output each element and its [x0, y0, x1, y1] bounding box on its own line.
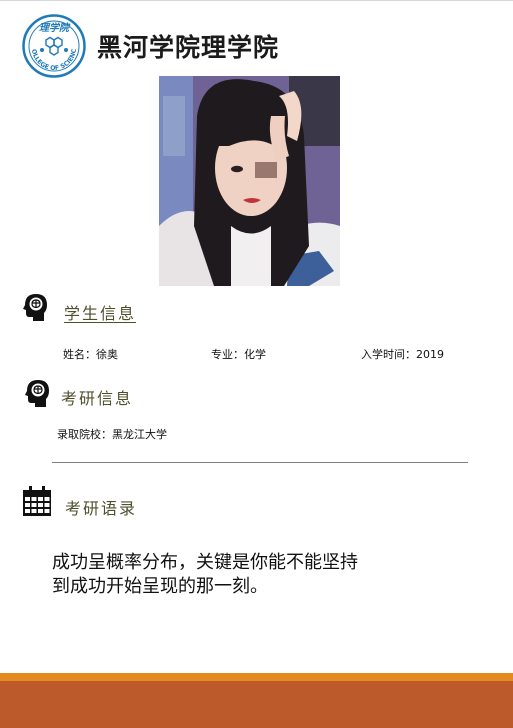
- quote-line-1: 成功呈概率分布，关键是你能不能坚持: [52, 552, 358, 573]
- student-enroll-year: 入学时间：2019: [361, 348, 444, 361]
- section-divider: [52, 462, 468, 463]
- calendar-icon: [21, 485, 53, 517]
- quote-line-2: 到成功开始呈现的那一刻。: [52, 576, 268, 597]
- logo-text-top: 理学院: [39, 22, 71, 34]
- admitted-school: 录取院校：黑龙江大学: [57, 428, 167, 441]
- head-brain-icon: [22, 377, 54, 409]
- student-info-title: 学生信息: [64, 304, 137, 323]
- quote-text: 成功呈概率分布，关键是你能不能坚持 到成功开始呈现的那一刻。: [52, 551, 452, 599]
- student-name: 姓名：徐奥: [63, 348, 118, 361]
- footer-orange-bar: [0, 673, 513, 681]
- college-logo: 理学院 COLLEGE OF SCIENCE: [20, 9, 86, 78]
- quote-title: 考研语录: [65, 499, 138, 518]
- footer-rust-bar: [0, 681, 513, 728]
- school-title: 黑河学院理学院: [97, 33, 280, 62]
- head-brain-icon: [20, 291, 52, 323]
- student-photo: [159, 76, 340, 286]
- top-border: [0, 0, 513, 1]
- student-major: 专业：化学: [211, 348, 266, 361]
- exam-info-title: 考研信息: [61, 389, 134, 408]
